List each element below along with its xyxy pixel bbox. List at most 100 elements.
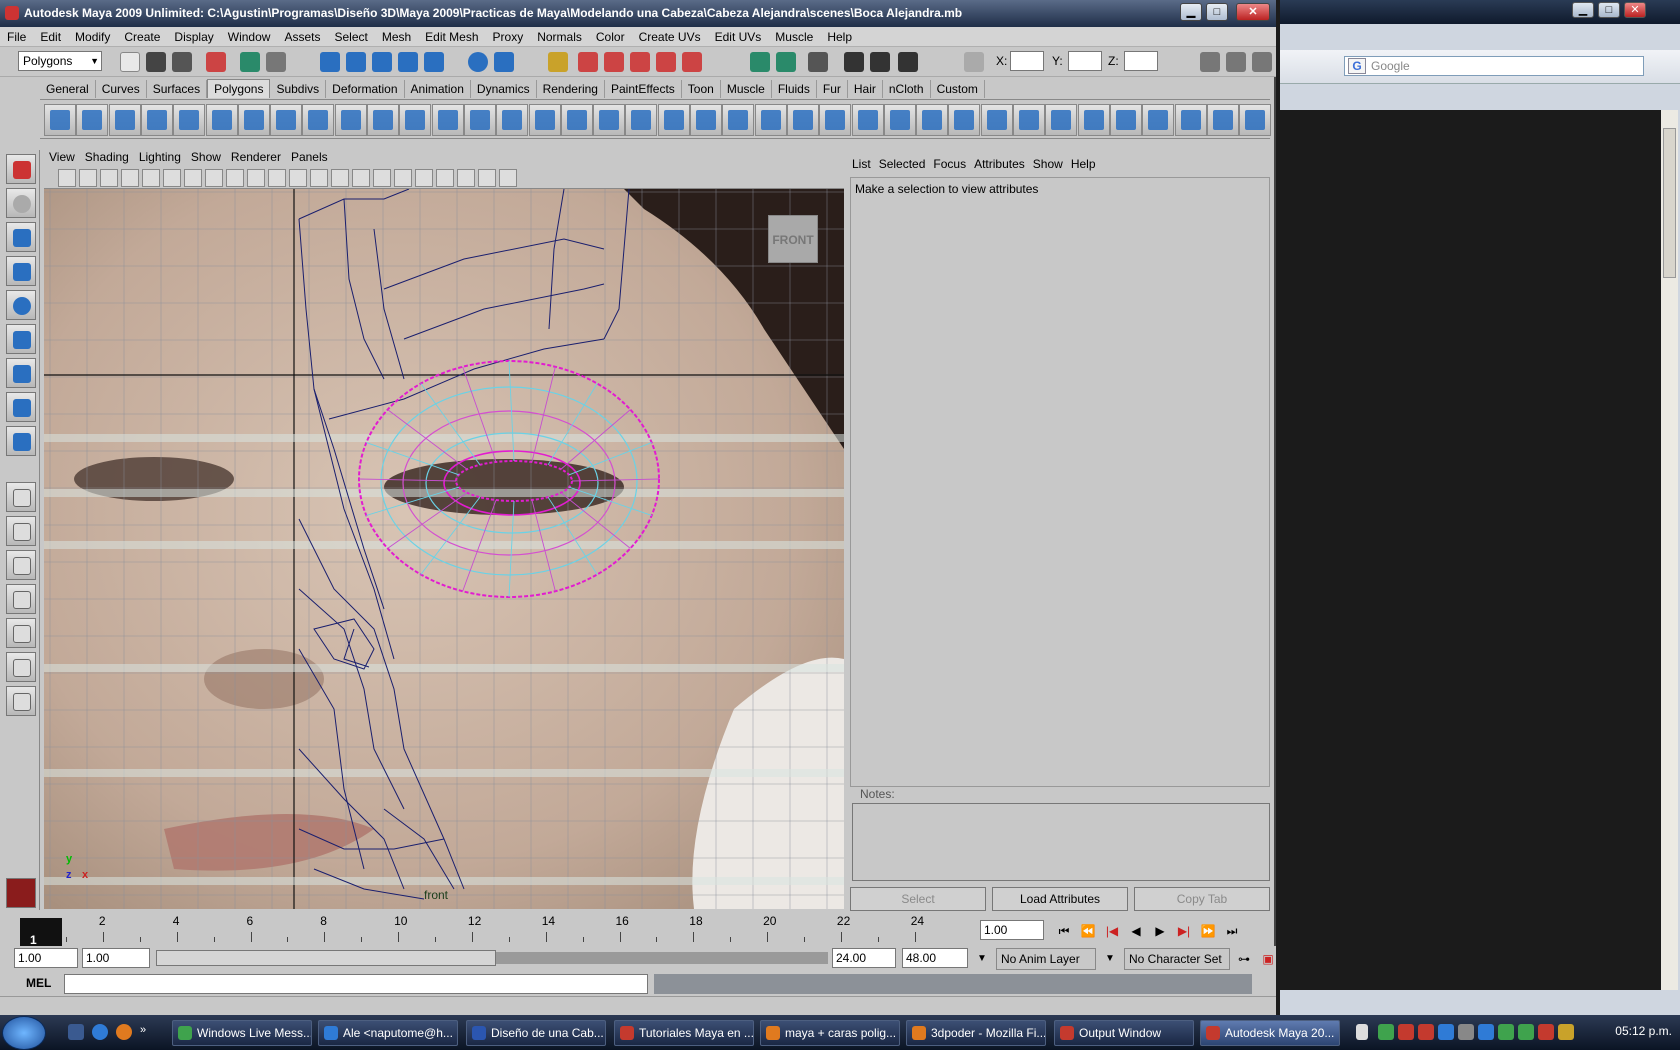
view-cube-front[interactable]: FRONT bbox=[768, 215, 818, 263]
shelf-cylinder-button[interactable] bbox=[44, 104, 76, 136]
go-to-start-icon[interactable]: ⏮ bbox=[1052, 920, 1076, 942]
mode-select[interactable]: Polygons bbox=[18, 51, 102, 71]
character-set-dropdown[interactable]: No Character Set bbox=[1124, 948, 1230, 970]
shelf-bridge-button[interactable] bbox=[657, 104, 690, 136]
step-back-key-icon[interactable]: ⏪ bbox=[1076, 920, 1100, 942]
snap-grid-icon[interactable] bbox=[320, 52, 340, 72]
shelf-tab-polygons[interactable]: Polygons bbox=[207, 79, 271, 98]
shelf-offset-button[interactable] bbox=[851, 104, 884, 136]
shelf-torus-button[interactable] bbox=[205, 104, 238, 136]
isolate-icon[interactable] bbox=[436, 169, 454, 187]
browser-scroll-thumb[interactable] bbox=[1663, 128, 1676, 278]
range-slider[interactable] bbox=[156, 950, 496, 966]
move-tool[interactable] bbox=[6, 256, 36, 286]
google-search-input[interactable]: G Google bbox=[1344, 56, 1644, 76]
taskbar-item[interactable]: Output Window bbox=[1054, 1020, 1194, 1046]
texture-icon[interactable] bbox=[352, 169, 370, 187]
taskbar-item[interactable]: Diseño de una Cab... bbox=[466, 1020, 606, 1046]
select-object-icon[interactable] bbox=[240, 52, 260, 72]
rotate-tool[interactable] bbox=[6, 290, 36, 320]
shelf-tab-dynamics[interactable]: Dynamics bbox=[470, 80, 537, 98]
shelf-tab-fur[interactable]: Fur bbox=[816, 80, 848, 98]
quicklaunch-more-icon[interactable]: » bbox=[140, 1024, 156, 1040]
render-view-icon[interactable] bbox=[776, 52, 796, 72]
shelf-append-button[interactable] bbox=[690, 104, 722, 136]
char-set-menu-icon[interactable]: ▼ bbox=[1098, 948, 1122, 970]
shelf-helix-button[interactable] bbox=[302, 104, 335, 136]
menu-select[interactable]: Select bbox=[327, 27, 374, 47]
safe-action-icon[interactable] bbox=[268, 169, 286, 187]
shelf-mirror-button[interactable] bbox=[1013, 104, 1045, 136]
taskbar-item[interactable]: Autodesk Maya 20... bbox=[1200, 1020, 1340, 1046]
frame-all-icon[interactable] bbox=[457, 169, 475, 187]
anim-start-field[interactable]: 1.00 bbox=[14, 948, 78, 968]
attr-menu-help[interactable]: Help bbox=[1067, 153, 1100, 175]
shelf-combine-button[interactable] bbox=[399, 104, 432, 136]
shelf-tab-surfaces[interactable]: Surfaces bbox=[146, 80, 208, 98]
shelf-sphere-bevel-button[interactable] bbox=[367, 104, 399, 136]
shelf-tab-rendering[interactable]: Rendering bbox=[536, 80, 605, 98]
menu-display[interactable]: Display bbox=[167, 27, 220, 47]
magnet2-icon[interactable] bbox=[604, 52, 624, 72]
taskbar-item[interactable]: Ale <naputome@h... bbox=[318, 1020, 458, 1046]
panel-menu-lighting[interactable]: Lighting bbox=[134, 147, 186, 167]
layout-single-button[interactable] bbox=[6, 482, 36, 512]
shelf-tab-hair[interactable]: Hair bbox=[847, 80, 883, 98]
menu-modify[interactable]: Modify bbox=[68, 27, 117, 47]
shelf-insert-loop-button[interactable] bbox=[819, 104, 852, 136]
select-tool[interactable] bbox=[6, 154, 36, 184]
shadows-icon[interactable] bbox=[394, 169, 412, 187]
shelf-cut-faces-button[interactable] bbox=[948, 104, 981, 136]
scale-tool[interactable] bbox=[6, 324, 36, 354]
live-surface-icon[interactable] bbox=[424, 52, 444, 72]
attr-menu-attributes[interactable]: Attributes bbox=[970, 153, 1029, 175]
shelf-spherical-button[interactable] bbox=[1142, 104, 1175, 136]
render-settings-icon[interactable] bbox=[898, 52, 918, 72]
menu-mesh[interactable]: Mesh bbox=[375, 27, 418, 47]
shelf-average-button[interactable] bbox=[560, 104, 593, 136]
network-icon[interactable] bbox=[1478, 1024, 1494, 1040]
panel-menu-panels[interactable]: Panels bbox=[286, 147, 333, 167]
shelf-reverse-button[interactable] bbox=[980, 104, 1013, 136]
shelf-tab-animation[interactable]: Animation bbox=[404, 80, 471, 98]
magnet3-icon[interactable] bbox=[630, 52, 650, 72]
shelf-sculpt-button[interactable] bbox=[1045, 104, 1078, 136]
layout-two-button[interactable] bbox=[6, 550, 36, 580]
menu-help[interactable]: Help bbox=[820, 27, 859, 47]
shelf-tab-subdivs[interactable]: Subdivs bbox=[270, 80, 327, 98]
panel-menu-shading[interactable]: Shading bbox=[80, 147, 134, 167]
shelf-tab-toon[interactable]: Toon bbox=[681, 80, 721, 98]
mel-input[interactable] bbox=[64, 974, 648, 994]
shelf-pipe-button[interactable] bbox=[270, 104, 303, 136]
shelf-fill-hole-button[interactable] bbox=[722, 104, 755, 136]
shelf-edit-loop-button[interactable] bbox=[883, 104, 916, 136]
shelf-split-poly-button[interactable] bbox=[916, 104, 949, 136]
start-button[interactable] bbox=[2, 1016, 46, 1050]
language-icon[interactable] bbox=[1356, 1024, 1368, 1040]
shelf-planar-button[interactable] bbox=[1077, 104, 1110, 136]
tray-icon-8[interactable] bbox=[1558, 1024, 1574, 1040]
firefox-icon[interactable] bbox=[116, 1024, 132, 1040]
select-button[interactable]: Select bbox=[850, 887, 986, 911]
attribute-editor-icon[interactable] bbox=[1252, 52, 1272, 72]
tray-icon-3[interactable] bbox=[1418, 1024, 1434, 1040]
go-to-end-icon[interactable]: ⏭ bbox=[1220, 920, 1244, 942]
anim-end-field[interactable]: 48.00 bbox=[902, 948, 968, 968]
play-backwards-icon[interactable]: ◀ bbox=[1124, 920, 1148, 942]
tray-icon-1[interactable] bbox=[1378, 1024, 1394, 1040]
channel-box-icon[interactable] bbox=[1200, 52, 1220, 72]
smooth-shade-icon[interactable] bbox=[331, 169, 349, 187]
shelf-cylinder2-button[interactable] bbox=[108, 104, 141, 136]
help-icon[interactable] bbox=[494, 52, 514, 72]
step-forward-key-icon[interactable]: ⏩ bbox=[1196, 920, 1220, 942]
camera-icon[interactable] bbox=[58, 169, 76, 187]
shelf-merge-button[interactable] bbox=[754, 104, 787, 136]
close-button[interactable]: ✕ bbox=[1236, 3, 1270, 21]
history-icon[interactable] bbox=[468, 52, 488, 72]
select-component-icon[interactable] bbox=[266, 52, 286, 72]
y-field[interactable] bbox=[1068, 51, 1102, 71]
shelf-cone-button[interactable] bbox=[140, 104, 173, 136]
snap-curve-icon[interactable] bbox=[346, 52, 366, 72]
tray-icon-2[interactable] bbox=[1398, 1024, 1414, 1040]
shelf-split-button[interactable] bbox=[593, 104, 626, 136]
